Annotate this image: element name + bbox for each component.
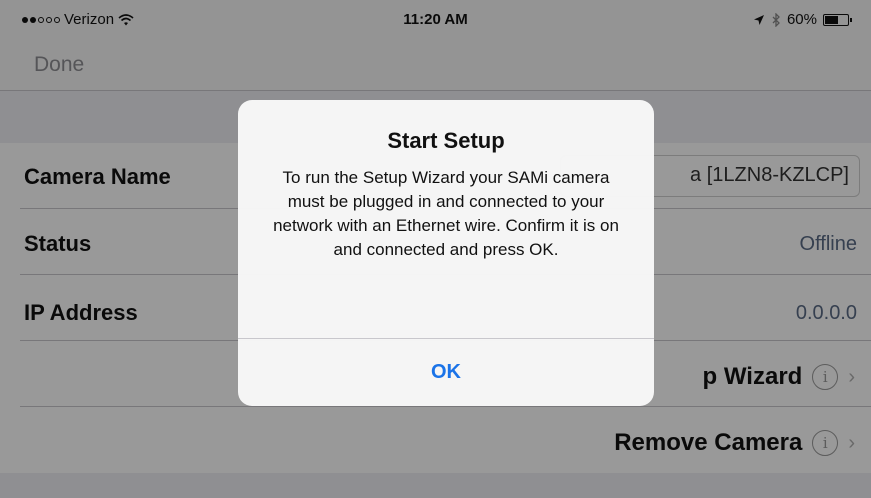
alert-title: Start Setup [387,128,505,153]
alert-message: To run the Setup Wizard your SAMi camera… [273,168,619,259]
start-setup-alert: Start Setup To run the Setup Wizard your… [238,100,654,406]
ok-button[interactable]: OK [238,339,654,406]
